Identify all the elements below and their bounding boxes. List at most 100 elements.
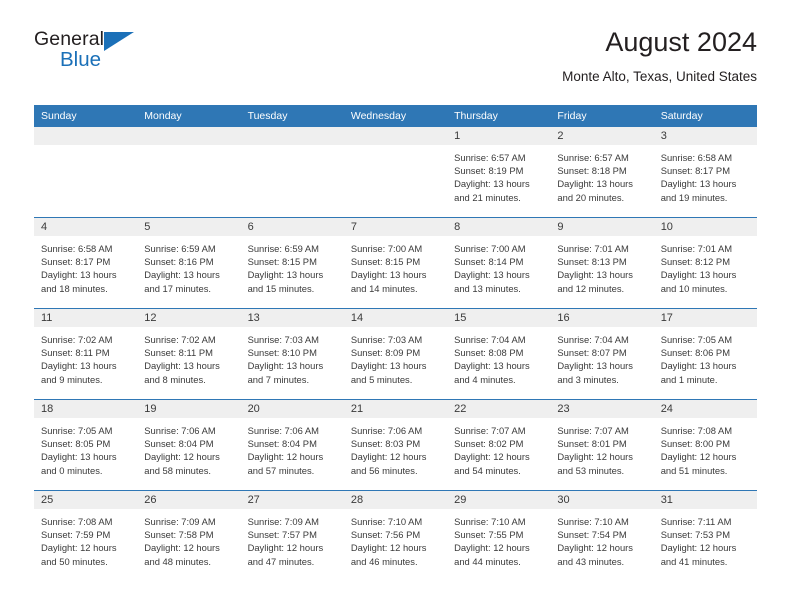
day-number: 8 — [447, 218, 551, 236]
day-cell-inner: 1 Sunrise: 6:57 AM Sunset: 8:19 PM Daylig… — [447, 127, 551, 217]
day-cell-inner — [137, 127, 241, 217]
day-sun-details: Sunrise: 7:10 AM Sunset: 7:56 PM Dayligh… — [350, 516, 427, 567]
title-block: August 2024 Monte Alto, Texas, United St… — [562, 25, 757, 85]
day-number: 11 — [34, 309, 138, 327]
day-sun-details: Sunrise: 6:59 AM Sunset: 8:15 PM Dayligh… — [247, 243, 324, 294]
day-cell-inner: 3 Sunrise: 6:58 AM Sunset: 8:17 PM Daylig… — [653, 127, 757, 217]
calendar-day-cell[interactable]: 25 Sunrise: 7:08 AM Sunset: 7:59 PM Dayli… — [34, 490, 138, 581]
calendar-day-cell[interactable]: 12 Sunrise: 7:02 AM Sunset: 8:11 PM Dayli… — [137, 308, 241, 400]
day-cell-inner: 23 Sunrise: 7:07 AM Sunset: 8:01 PM Dayli… — [550, 400, 654, 490]
calendar-week-row: 25 Sunrise: 7:08 AM Sunset: 7:59 PM Dayli… — [34, 490, 757, 581]
day-number: 24 — [653, 400, 757, 418]
day-sun-details: Sunrise: 7:01 AM Sunset: 8:12 PM Dayligh… — [660, 243, 737, 294]
day-number: 1 — [447, 127, 551, 145]
day-cell-inner: 22 Sunrise: 7:07 AM Sunset: 8:02 PM Dayli… — [447, 400, 551, 490]
calendar-day-cell[interactable]: 17 Sunrise: 7:05 AM Sunset: 8:06 PM Dayli… — [653, 308, 757, 400]
calendar-day-cell[interactable]: 2 Sunrise: 6:57 AM Sunset: 8:18 PM Daylig… — [550, 127, 654, 218]
calendar-day-cell[interactable]: 20 Sunrise: 7:06 AM Sunset: 8:04 PM Dayli… — [240, 399, 344, 491]
day-number: 4 — [34, 218, 138, 236]
day-cell-inner: 20 Sunrise: 7:06 AM Sunset: 8:04 PM Dayli… — [240, 400, 344, 490]
day-number: 27 — [240, 491, 344, 509]
calendar-empty-cell — [240, 127, 344, 218]
day-number: 20 — [240, 400, 344, 418]
calendar-day-cell[interactable]: 16 Sunrise: 7:04 AM Sunset: 8:07 PM Dayli… — [550, 308, 654, 400]
day-number: 13 — [240, 309, 344, 327]
calendar-day-cell[interactable]: 13 Sunrise: 7:03 AM Sunset: 8:10 PM Dayli… — [240, 308, 344, 400]
weekday-header-friday: Friday — [550, 105, 654, 127]
day-number: 9 — [550, 218, 654, 236]
weekday-header-saturday: Saturday — [653, 105, 757, 127]
day-sun-details: Sunrise: 7:04 AM Sunset: 8:07 PM Dayligh… — [557, 334, 633, 385]
weekday-header-wednesday: Wednesday — [343, 105, 448, 127]
calendar-day-cell[interactable]: 15 Sunrise: 7:04 AM Sunset: 8:08 PM Dayli… — [447, 308, 551, 400]
day-number: 17 — [653, 309, 757, 327]
calendar-week-row: 4 Sunrise: 6:58 AM Sunset: 8:17 PM Daylig… — [34, 217, 757, 309]
calendar-empty-cell — [34, 127, 138, 218]
calendar-day-cell[interactable]: 28 Sunrise: 7:10 AM Sunset: 7:56 PM Dayli… — [343, 490, 448, 581]
day-cell-inner: 7 Sunrise: 7:00 AM Sunset: 8:15 PM Daylig… — [343, 218, 448, 308]
calendar-day-cell[interactable]: 21 Sunrise: 7:06 AM Sunset: 8:03 PM Dayli… — [343, 399, 448, 491]
day-cell-inner: 26 Sunrise: 7:09 AM Sunset: 7:58 PM Dayli… — [137, 491, 241, 581]
calendar-day-cell[interactable]: 3 Sunrise: 6:58 AM Sunset: 8:17 PM Daylig… — [653, 127, 757, 218]
day-number: 18 — [34, 400, 138, 418]
calendar-day-cell[interactable]: 7 Sunrise: 7:00 AM Sunset: 8:15 PM Daylig… — [343, 217, 448, 309]
calendar-day-cell[interactable]: 27 Sunrise: 7:09 AM Sunset: 7:57 PM Dayli… — [240, 490, 344, 581]
calendar-day-cell[interactable]: 18 Sunrise: 7:05 AM Sunset: 8:05 PM Dayli… — [34, 399, 138, 491]
calendar-day-cell[interactable]: 22 Sunrise: 7:07 AM Sunset: 8:02 PM Dayli… — [447, 399, 551, 491]
day-cell-inner: 31 Sunrise: 7:11 AM Sunset: 7:53 PM Dayli… — [653, 491, 757, 581]
day-sun-details: Sunrise: 7:03 AM Sunset: 8:09 PM Dayligh… — [350, 334, 427, 385]
day-sun-details — [344, 145, 447, 151]
day-number: 28 — [343, 491, 448, 509]
day-sun-details: Sunrise: 6:57 AM Sunset: 8:19 PM Dayligh… — [454, 152, 530, 203]
day-sun-details: Sunrise: 7:09 AM Sunset: 7:58 PM Dayligh… — [144, 516, 220, 567]
day-number: 5 — [137, 218, 241, 236]
day-sun-details: Sunrise: 7:02 AM Sunset: 8:11 PM Dayligh… — [144, 334, 220, 385]
calendar-day-cell[interactable]: 5 Sunrise: 6:59 AM Sunset: 8:16 PM Daylig… — [137, 217, 241, 309]
day-cell-inner — [343, 127, 448, 217]
day-number — [137, 127, 241, 145]
page-title: August 2024 — [605, 27, 757, 57]
calendar-day-cell[interactable]: 1 Sunrise: 6:57 AM Sunset: 8:19 PM Daylig… — [447, 127, 551, 218]
day-sun-details: Sunrise: 7:06 AM Sunset: 8:03 PM Dayligh… — [350, 425, 427, 476]
day-sun-details: Sunrise: 7:05 AM Sunset: 8:06 PM Dayligh… — [660, 334, 737, 385]
day-number: 12 — [137, 309, 241, 327]
weekday-header-sunday: Sunday — [34, 105, 138, 127]
day-cell-inner: 19 Sunrise: 7:06 AM Sunset: 8:04 PM Dayli… — [137, 400, 241, 490]
day-number: 23 — [550, 400, 654, 418]
general-blue-logo[interactable]: General Blue — [34, 28, 154, 80]
calendar-day-cell[interactable]: 31 Sunrise: 7:11 AM Sunset: 7:53 PM Dayli… — [653, 490, 757, 581]
calendar-day-cell[interactable]: 6 Sunrise: 6:59 AM Sunset: 8:15 PM Daylig… — [240, 217, 344, 309]
day-sun-details: Sunrise: 7:01 AM Sunset: 8:13 PM Dayligh… — [557, 243, 633, 294]
day-sun-details — [34, 145, 137, 151]
day-number: 21 — [343, 400, 448, 418]
calendar-day-cell[interactable]: 30 Sunrise: 7:10 AM Sunset: 7:54 PM Dayli… — [550, 490, 654, 581]
calendar-day-cell[interactable]: 11 Sunrise: 7:02 AM Sunset: 8:11 PM Dayli… — [34, 308, 138, 400]
calendar-day-cell[interactable]: 4 Sunrise: 6:58 AM Sunset: 8:17 PM Daylig… — [34, 217, 138, 309]
calendar-day-cell[interactable]: 8 Sunrise: 7:00 AM Sunset: 8:14 PM Daylig… — [447, 217, 551, 309]
day-cell-inner: 15 Sunrise: 7:04 AM Sunset: 8:08 PM Dayli… — [447, 309, 551, 399]
day-sun-details: Sunrise: 7:08 AM Sunset: 8:00 PM Dayligh… — [660, 425, 737, 476]
day-sun-details: Sunrise: 7:02 AM Sunset: 8:11 PM Dayligh… — [41, 334, 117, 385]
day-number: 16 — [550, 309, 654, 327]
calendar-day-cell[interactable]: 23 Sunrise: 7:07 AM Sunset: 8:01 PM Dayli… — [550, 399, 654, 491]
calendar-week-row: 18 Sunrise: 7:05 AM Sunset: 8:05 PM Dayli… — [34, 399, 757, 491]
day-cell-inner — [34, 127, 138, 217]
day-cell-inner: 5 Sunrise: 6:59 AM Sunset: 8:16 PM Daylig… — [137, 218, 241, 308]
day-number: 14 — [343, 309, 448, 327]
calendar-day-cell[interactable]: 10 Sunrise: 7:01 AM Sunset: 8:12 PM Dayli… — [653, 217, 757, 309]
day-cell-inner: 4 Sunrise: 6:58 AM Sunset: 8:17 PM Daylig… — [34, 218, 138, 308]
day-cell-inner: 21 Sunrise: 7:06 AM Sunset: 8:03 PM Dayli… — [343, 400, 448, 490]
calendar-day-cell[interactable]: 26 Sunrise: 7:09 AM Sunset: 7:58 PM Dayli… — [137, 490, 241, 581]
day-cell-inner: 9 Sunrise: 7:01 AM Sunset: 8:13 PM Daylig… — [550, 218, 654, 308]
day-number: 3 — [653, 127, 757, 145]
weekday-header-thursday: Thursday — [447, 105, 551, 127]
day-number: 29 — [447, 491, 551, 509]
calendar-day-cell[interactable]: 29 Sunrise: 7:10 AM Sunset: 7:55 PM Dayli… — [447, 490, 551, 581]
calendar-header-row: Sunday Monday Tuesday Wednesday Thursday Frid… — [34, 105, 757, 127]
calendar-day-cell[interactable]: 19 Sunrise: 7:06 AM Sunset: 8:04 PM Dayli… — [137, 399, 241, 491]
calendar-day-cell[interactable]: 14 Sunrise: 7:03 AM Sunset: 8:09 PM Dayli… — [343, 308, 448, 400]
calendar-day-cell[interactable]: 24 Sunrise: 7:08 AM Sunset: 8:00 PM Dayli… — [653, 399, 757, 491]
day-sun-details — [137, 145, 240, 151]
day-number: 30 — [550, 491, 654, 509]
calendar-day-cell[interactable]: 9 Sunrise: 7:01 AM Sunset: 8:13 PM Daylig… — [550, 217, 654, 309]
